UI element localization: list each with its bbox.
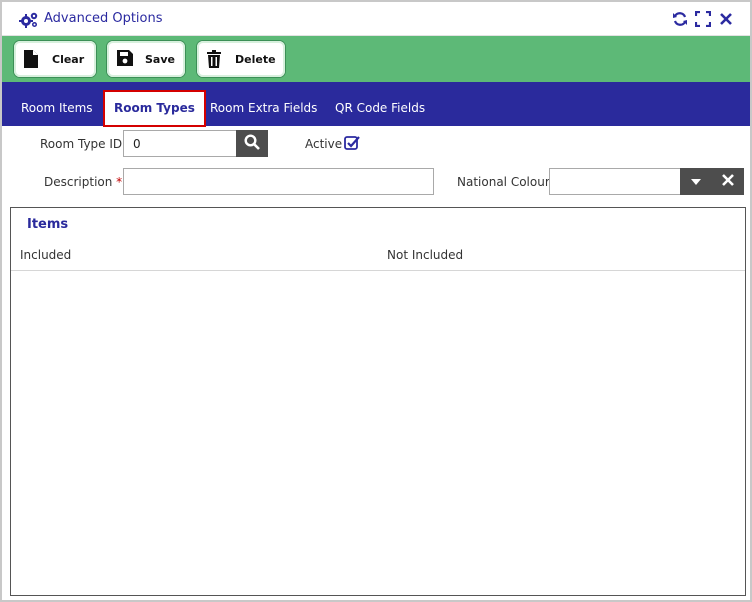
- clear-button[interactable]: Clear: [14, 41, 96, 77]
- floppy-disk-icon: [117, 50, 133, 68]
- window-controls: [672, 10, 734, 28]
- room-type-id-input[interactable]: [123, 130, 237, 157]
- description-input[interactable]: [123, 168, 434, 195]
- included-column-header: Included: [20, 248, 72, 262]
- room-type-id-label: Room Type ID: [40, 137, 123, 151]
- trash-icon: [207, 50, 223, 68]
- search-icon: [244, 134, 260, 153]
- tab-room-extra-fields[interactable]: Room Extra Fields: [210, 90, 317, 126]
- required-mark: *: [116, 175, 123, 189]
- expand-icon[interactable]: [694, 10, 712, 28]
- file-icon: [24, 50, 40, 68]
- not-included-column-header: Not Included: [387, 248, 464, 262]
- gears-icon: [19, 11, 39, 29]
- refresh-icon[interactable]: [672, 11, 688, 27]
- save-button[interactable]: Save: [107, 41, 185, 77]
- room-type-search-button[interactable]: [236, 130, 268, 157]
- national-colour-input[interactable]: [549, 168, 681, 195]
- delete-label: Delete: [235, 52, 276, 66]
- active-label: Active: [305, 137, 343, 151]
- save-label: Save: [145, 52, 175, 66]
- items-list-area[interactable]: [11, 271, 745, 595]
- delete-button[interactable]: Delete: [197, 41, 285, 77]
- close-icon[interactable]: [718, 11, 734, 27]
- advanced-options-window: Advanced Options Clear Save Delete Room …: [0, 0, 752, 602]
- items-panel: Items Included Not Included: [10, 207, 746, 596]
- tab-qr-code-fields[interactable]: QR Code Fields: [335, 90, 425, 126]
- caret-down-icon: [690, 175, 702, 189]
- tab-room-items[interactable]: Room Items: [21, 90, 93, 126]
- description-label: Description *: [44, 175, 123, 189]
- national-colour-dropdown-button[interactable]: [680, 168, 712, 195]
- tab-room-types[interactable]: Room Types: [103, 90, 206, 127]
- national-colour-label: National Colour: [457, 175, 550, 189]
- active-checkbox[interactable]: [344, 135, 360, 151]
- clear-label: Clear: [52, 52, 85, 66]
- window-title: Advanced Options: [44, 11, 163, 26]
- title-bar: Advanced Options: [2, 2, 750, 36]
- close-icon: [722, 174, 734, 189]
- national-colour-clear-button[interactable]: [712, 168, 744, 195]
- action-toolbar: Clear Save Delete: [2, 36, 750, 82]
- items-panel-title: Items: [27, 217, 69, 232]
- tab-bar: Room Items Room Types Room Extra Fields …: [2, 82, 750, 127]
